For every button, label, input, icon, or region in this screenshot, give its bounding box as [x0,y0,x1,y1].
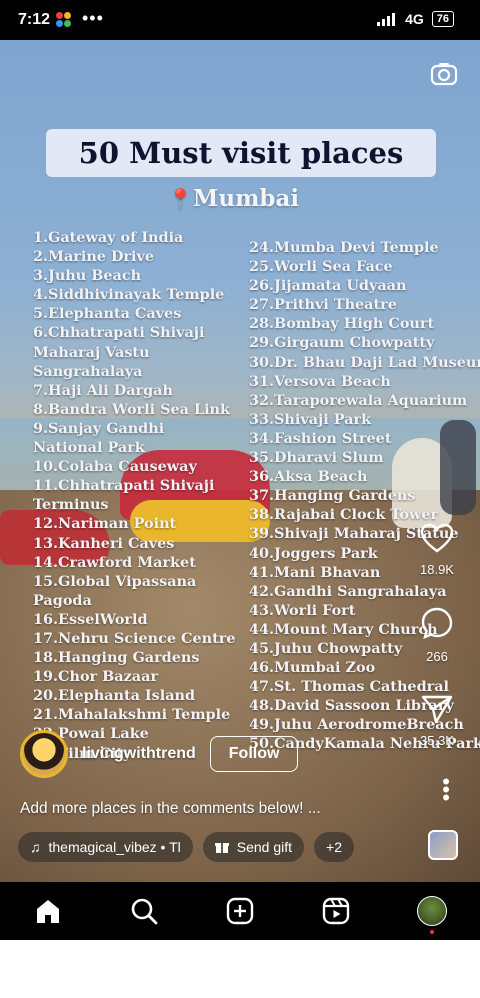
search-icon[interactable] [130,897,158,925]
home-icon[interactable] [34,897,62,925]
bottom-nav [0,882,480,940]
author-username[interactable]: livingwithtrend [82,745,196,763]
nav-home[interactable] [32,895,64,927]
reel-video[interactable]: 50 Must visit places 📍Mumbai 1.Gateway o… [0,40,480,882]
like-count: 18.9K [420,562,454,577]
follow-button[interactable]: Follow [209,736,299,772]
comment-count: 266 [426,649,448,664]
post-title-banner: 50 Must visit places [46,129,436,177]
status-more-dots: ••• [82,8,104,28]
camera-icon[interactable] [430,60,458,88]
author-row: livingwithtrend Follow [20,730,299,778]
post-subtitle-text: Mumbai [192,185,300,212]
more-icon[interactable]: • • • [442,771,450,809]
heart-icon[interactable] [420,523,454,553]
post-subtitle: 📍Mumbai [168,185,299,212]
share-count: 35.3K [420,733,454,748]
more-tags-chip[interactable]: +2 [314,832,354,862]
create-icon[interactable] [226,897,254,925]
status-right: 4G 76 [377,11,454,27]
signal-icon [377,13,396,26]
nav-reels[interactable] [320,895,352,927]
share-action[interactable]: 35.3K [412,694,462,748]
music-icon: ♫ [30,839,41,855]
network-type: 4G [405,11,424,27]
notification-dot [430,930,434,934]
post-title: 50 Must visit places [78,136,404,170]
like-action[interactable]: 18.9K [412,523,462,577]
send-gift-label: Send gift [236,839,293,855]
profile-avatar[interactable] [417,896,447,926]
battery-icon: 76 [431,11,454,27]
gift-icon [214,843,229,853]
nav-create[interactable] [224,895,256,927]
comment-action[interactable]: 266 [412,606,462,664]
audio-thumbnail[interactable] [428,830,458,860]
info-chips: ♫ themagical_vibez • Tl Send gift +2 [18,832,354,862]
places-list-column-2: 24.Mumba Devi Temple 25.Worli Sea Face 2… [249,239,480,753]
audio-chip[interactable]: ♫ themagical_vibez • Tl [18,832,193,862]
comment-icon[interactable] [420,606,454,640]
post-caption[interactable]: Add more places in the comments below! .… [20,800,321,818]
reels-icon[interactable] [322,897,350,925]
author-avatar[interactable] [20,730,68,778]
send-gift-chip[interactable]: Send gift [202,832,305,862]
more-tags-count: +2 [326,839,342,855]
app-notification-icon [56,12,72,28]
status-bar: 7:12 ••• 4G 76 [0,0,480,40]
status-time: 7:12 [18,11,51,28]
nav-search[interactable] [128,895,160,927]
nav-profile[interactable] [416,895,448,934]
bottom-blank-area [0,940,480,998]
send-icon[interactable] [420,694,454,724]
audio-label: themagical_vibez • Tl [48,839,181,855]
places-list-column-1: 1.Gateway of India 2.Marine Drive 3.Juhu… [33,229,236,762]
location-pin-icon: 📍 [168,187,193,211]
